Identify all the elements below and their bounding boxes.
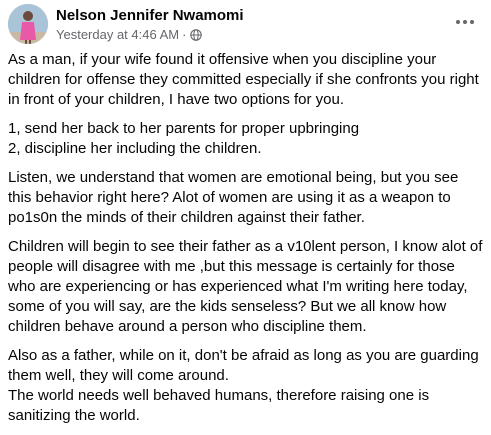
avatar-image bbox=[8, 4, 48, 44]
post-paragraph: As a man, if your wife found it offensiv… bbox=[8, 51, 479, 108]
globe-icon[interactable] bbox=[190, 28, 203, 41]
post-header: Nelson Jennifer Nwamomi Yesterday at 4:4… bbox=[8, 4, 483, 44]
post-timestamp[interactable]: Yesterday at 4:46 AM bbox=[56, 27, 179, 42]
facebook-post: Nelson Jennifer Nwamomi Yesterday at 4:4… bbox=[0, 0, 491, 428]
post-paragraph: Children will begin to see their father … bbox=[8, 238, 483, 335]
post-meta: Yesterday at 4:46 AM · bbox=[56, 27, 203, 42]
post-paragraph: Also as a father, while on it, don't be … bbox=[8, 347, 479, 424]
author-name[interactable]: Nelson Jennifer Nwamomi bbox=[56, 7, 244, 24]
post-paragraph: 1, send her back to her parents for prop… bbox=[8, 120, 360, 157]
meta-separator: · bbox=[182, 27, 187, 42]
author-avatar[interactable] bbox=[8, 4, 48, 44]
post-paragraph: Listen, we understand that women are emo… bbox=[8, 169, 459, 226]
more-options-icon[interactable] bbox=[453, 12, 477, 32]
post-body: As a man, if your wife found it offensiv… bbox=[8, 50, 486, 435]
